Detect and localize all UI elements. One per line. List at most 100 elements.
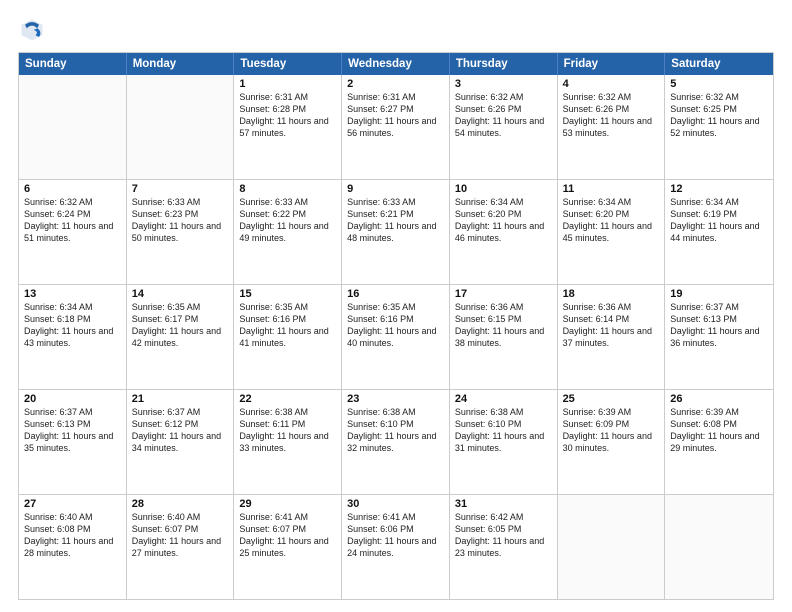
cal-cell: 10Sunrise: 6:34 AMSunset: 6:20 PMDayligh… [450, 180, 558, 284]
day-number: 21 [132, 393, 229, 405]
cal-cell [665, 495, 773, 599]
cal-cell: 15Sunrise: 6:35 AMSunset: 6:16 PMDayligh… [234, 285, 342, 389]
week-row-4: 27Sunrise: 6:40 AMSunset: 6:08 PMDayligh… [19, 495, 773, 599]
week-row-3: 20Sunrise: 6:37 AMSunset: 6:13 PMDayligh… [19, 390, 773, 495]
cal-cell: 29Sunrise: 6:41 AMSunset: 6:07 PMDayligh… [234, 495, 342, 599]
day-number: 9 [347, 183, 444, 195]
cal-cell: 9Sunrise: 6:33 AMSunset: 6:21 PMDaylight… [342, 180, 450, 284]
cal-cell [558, 495, 666, 599]
day-info: Sunrise: 6:40 AMSunset: 6:08 PMDaylight:… [24, 511, 121, 560]
day-info: Sunrise: 6:38 AMSunset: 6:10 PMDaylight:… [347, 406, 444, 455]
day-info: Sunrise: 6:31 AMSunset: 6:28 PMDaylight:… [239, 91, 336, 140]
day-info: Sunrise: 6:36 AMSunset: 6:15 PMDaylight:… [455, 301, 552, 350]
calendar-body: 1Sunrise: 6:31 AMSunset: 6:28 PMDaylight… [19, 75, 773, 599]
cal-cell: 25Sunrise: 6:39 AMSunset: 6:09 PMDayligh… [558, 390, 666, 494]
day-number: 6 [24, 183, 121, 195]
day-number: 28 [132, 498, 229, 510]
week-row-0: 1Sunrise: 6:31 AMSunset: 6:28 PMDaylight… [19, 75, 773, 180]
day-number: 24 [455, 393, 552, 405]
day-number: 15 [239, 288, 336, 300]
calendar: SundayMondayTuesdayWednesdayThursdayFrid… [18, 52, 774, 600]
header-day-thursday: Thursday [450, 53, 558, 75]
cal-cell: 18Sunrise: 6:36 AMSunset: 6:14 PMDayligh… [558, 285, 666, 389]
day-info: Sunrise: 6:37 AMSunset: 6:12 PMDaylight:… [132, 406, 229, 455]
day-info: Sunrise: 6:41 AMSunset: 6:07 PMDaylight:… [239, 511, 336, 560]
day-number: 19 [670, 288, 768, 300]
week-row-1: 6Sunrise: 6:32 AMSunset: 6:24 PMDaylight… [19, 180, 773, 285]
day-number: 8 [239, 183, 336, 195]
day-info: Sunrise: 6:33 AMSunset: 6:22 PMDaylight:… [239, 196, 336, 245]
day-info: Sunrise: 6:37 AMSunset: 6:13 PMDaylight:… [670, 301, 768, 350]
cal-cell: 12Sunrise: 6:34 AMSunset: 6:19 PMDayligh… [665, 180, 773, 284]
cal-cell: 2Sunrise: 6:31 AMSunset: 6:27 PMDaylight… [342, 75, 450, 179]
day-number: 20 [24, 393, 121, 405]
day-number: 29 [239, 498, 336, 510]
day-number: 23 [347, 393, 444, 405]
day-info: Sunrise: 6:35 AMSunset: 6:16 PMDaylight:… [347, 301, 444, 350]
day-info: Sunrise: 6:34 AMSunset: 6:18 PMDaylight:… [24, 301, 121, 350]
cal-cell [127, 75, 235, 179]
calendar-header: SundayMondayTuesdayWednesdayThursdayFrid… [19, 53, 773, 75]
cal-cell: 27Sunrise: 6:40 AMSunset: 6:08 PMDayligh… [19, 495, 127, 599]
cal-cell: 21Sunrise: 6:37 AMSunset: 6:12 PMDayligh… [127, 390, 235, 494]
logo [18, 16, 50, 44]
cal-cell: 1Sunrise: 6:31 AMSunset: 6:28 PMDaylight… [234, 75, 342, 179]
day-info: Sunrise: 6:37 AMSunset: 6:13 PMDaylight:… [24, 406, 121, 455]
cal-cell: 20Sunrise: 6:37 AMSunset: 6:13 PMDayligh… [19, 390, 127, 494]
day-info: Sunrise: 6:33 AMSunset: 6:21 PMDaylight:… [347, 196, 444, 245]
day-number: 25 [563, 393, 660, 405]
header-day-sunday: Sunday [19, 53, 127, 75]
day-number: 5 [670, 78, 768, 90]
day-number: 1 [239, 78, 336, 90]
day-number: 17 [455, 288, 552, 300]
day-info: Sunrise: 6:39 AMSunset: 6:09 PMDaylight:… [563, 406, 660, 455]
cal-cell: 11Sunrise: 6:34 AMSunset: 6:20 PMDayligh… [558, 180, 666, 284]
day-number: 31 [455, 498, 552, 510]
day-number: 22 [239, 393, 336, 405]
day-number: 11 [563, 183, 660, 195]
cal-cell: 8Sunrise: 6:33 AMSunset: 6:22 PMDaylight… [234, 180, 342, 284]
day-info: Sunrise: 6:32 AMSunset: 6:24 PMDaylight:… [24, 196, 121, 245]
day-number: 26 [670, 393, 768, 405]
header-day-friday: Friday [558, 53, 666, 75]
day-number: 12 [670, 183, 768, 195]
cal-cell: 31Sunrise: 6:42 AMSunset: 6:05 PMDayligh… [450, 495, 558, 599]
day-info: Sunrise: 6:34 AMSunset: 6:20 PMDaylight:… [563, 196, 660, 245]
cal-cell: 17Sunrise: 6:36 AMSunset: 6:15 PMDayligh… [450, 285, 558, 389]
day-info: Sunrise: 6:38 AMSunset: 6:10 PMDaylight:… [455, 406, 552, 455]
day-number: 13 [24, 288, 121, 300]
day-info: Sunrise: 6:41 AMSunset: 6:06 PMDaylight:… [347, 511, 444, 560]
day-info: Sunrise: 6:35 AMSunset: 6:16 PMDaylight:… [239, 301, 336, 350]
cal-cell: 16Sunrise: 6:35 AMSunset: 6:16 PMDayligh… [342, 285, 450, 389]
cal-cell: 24Sunrise: 6:38 AMSunset: 6:10 PMDayligh… [450, 390, 558, 494]
day-info: Sunrise: 6:39 AMSunset: 6:08 PMDaylight:… [670, 406, 768, 455]
day-info: Sunrise: 6:34 AMSunset: 6:19 PMDaylight:… [670, 196, 768, 245]
cal-cell: 23Sunrise: 6:38 AMSunset: 6:10 PMDayligh… [342, 390, 450, 494]
day-info: Sunrise: 6:32 AMSunset: 6:26 PMDaylight:… [563, 91, 660, 140]
logo-icon [18, 16, 46, 44]
cal-cell: 19Sunrise: 6:37 AMSunset: 6:13 PMDayligh… [665, 285, 773, 389]
day-info: Sunrise: 6:33 AMSunset: 6:23 PMDaylight:… [132, 196, 229, 245]
cal-cell: 6Sunrise: 6:32 AMSunset: 6:24 PMDaylight… [19, 180, 127, 284]
header-day-saturday: Saturday [665, 53, 773, 75]
day-number: 4 [563, 78, 660, 90]
day-info: Sunrise: 6:34 AMSunset: 6:20 PMDaylight:… [455, 196, 552, 245]
cal-cell: 3Sunrise: 6:32 AMSunset: 6:26 PMDaylight… [450, 75, 558, 179]
cal-cell: 30Sunrise: 6:41 AMSunset: 6:06 PMDayligh… [342, 495, 450, 599]
day-number: 7 [132, 183, 229, 195]
day-info: Sunrise: 6:35 AMSunset: 6:17 PMDaylight:… [132, 301, 229, 350]
header-day-tuesday: Tuesday [234, 53, 342, 75]
day-info: Sunrise: 6:40 AMSunset: 6:07 PMDaylight:… [132, 511, 229, 560]
day-number: 16 [347, 288, 444, 300]
cal-cell: 26Sunrise: 6:39 AMSunset: 6:08 PMDayligh… [665, 390, 773, 494]
day-number: 27 [24, 498, 121, 510]
day-number: 18 [563, 288, 660, 300]
day-info: Sunrise: 6:36 AMSunset: 6:14 PMDaylight:… [563, 301, 660, 350]
day-number: 3 [455, 78, 552, 90]
cal-cell: 22Sunrise: 6:38 AMSunset: 6:11 PMDayligh… [234, 390, 342, 494]
cal-cell: 7Sunrise: 6:33 AMSunset: 6:23 PMDaylight… [127, 180, 235, 284]
day-number: 2 [347, 78, 444, 90]
day-number: 14 [132, 288, 229, 300]
header [18, 16, 774, 44]
page: SundayMondayTuesdayWednesdayThursdayFrid… [0, 0, 792, 612]
